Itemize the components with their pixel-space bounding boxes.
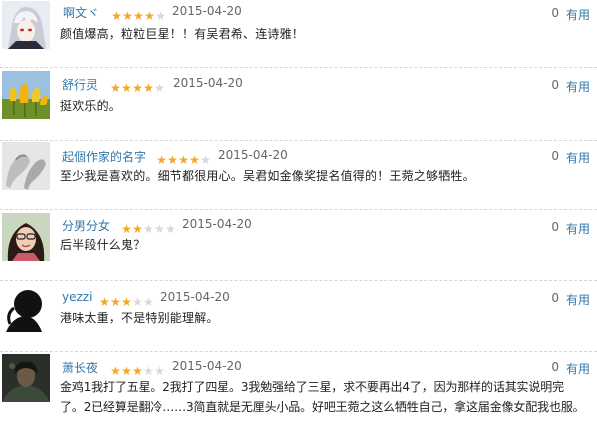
review-date: 2015-04-20 — [182, 217, 252, 231]
useful-button[interactable]: 有用 — [566, 360, 590, 377]
rating-stars: ★★★★★ — [110, 360, 165, 377]
divider — [0, 67, 597, 68]
star-empty-icon: ★ — [132, 295, 143, 309]
star-empty-icon: ★ — [154, 364, 165, 378]
vote-count: 0 — [551, 6, 559, 20]
review-item: 舒行灵 ★★★★★ 2015-04-20 0 有用 挺欢乐的。 — [0, 70, 597, 141]
star-filled-icon: ★ — [132, 81, 143, 95]
user-avatar[interactable] — [2, 284, 50, 332]
vote-count: 0 — [551, 78, 559, 92]
star-filled-icon: ★ — [189, 153, 200, 167]
star-filled-icon: ★ — [122, 9, 133, 23]
review-item: 分男分女 ★★★★★ 2015-04-20 0 有用 后半段什么鬼？ — [0, 210, 597, 281]
star-filled-icon: ★ — [110, 81, 121, 95]
useful-button[interactable]: 有用 — [566, 220, 590, 237]
username-link[interactable]: 舒行灵 — [62, 76, 98, 93]
review-text: 港味太重，不是特别能理解。 — [60, 311, 219, 325]
star-empty-icon: ★ — [200, 153, 211, 167]
star-empty-icon: ★ — [154, 81, 165, 95]
star-filled-icon: ★ — [156, 153, 167, 167]
vote-count: 0 — [551, 149, 559, 163]
vote-count: 0 — [551, 360, 559, 374]
star-empty-icon: ★ — [155, 9, 166, 23]
star-filled-icon: ★ — [167, 153, 178, 167]
star-filled-icon: ★ — [110, 364, 121, 378]
review-text: 金鸡1我打了五星。2我打了四星。3我勉强给了三星，求不要再出4了，因为那样的话其… — [60, 380, 564, 394]
useful-button[interactable]: 有用 — [566, 78, 590, 95]
review-item: 起個作家的名字 ★★★★★ 2015-04-20 0 有用 至少我是喜欢的。细节… — [0, 140, 597, 210]
star-empty-icon: ★ — [143, 222, 154, 236]
star-filled-icon: ★ — [132, 364, 143, 378]
review-item: yezzi ★★★★★ 2015-04-20 0 有用 港味太重，不是特别能理解… — [0, 280, 597, 352]
useful-button[interactable]: 有用 — [566, 291, 590, 308]
vote-count: 0 — [551, 291, 559, 305]
star-filled-icon: ★ — [99, 295, 110, 309]
user-avatar[interactable] — [2, 71, 50, 119]
star-empty-icon: ★ — [143, 295, 154, 309]
star-filled-icon: ★ — [121, 81, 132, 95]
star-filled-icon: ★ — [121, 222, 132, 236]
username-link[interactable]: yezzi — [62, 290, 92, 304]
star-filled-icon: ★ — [178, 153, 189, 167]
star-empty-icon: ★ — [143, 364, 154, 378]
star-filled-icon: ★ — [121, 295, 132, 309]
star-filled-icon: ★ — [110, 295, 121, 309]
user-avatar[interactable] — [2, 213, 50, 261]
review-text: 颜值爆高，粒粒巨星！！有吴君希、连诗雅！ — [60, 27, 305, 41]
review-item: 啊文ヾ ★★★★★ 2015-04-20 0 有用 颜值爆高，粒粒巨星！！有吴君… — [0, 0, 597, 70]
username-link[interactable]: 啊文ヾ — [63, 4, 99, 21]
review-item: 萧长夜 ★★★★★ 2015-04-20 0 有用 金鸡1我打了五星。2我打了四… — [0, 352, 597, 422]
rating-stars: ★★★★★ — [110, 77, 165, 94]
star-filled-icon: ★ — [132, 222, 143, 236]
rating-stars: ★★★★★ — [156, 149, 211, 166]
user-avatar[interactable] — [2, 1, 50, 49]
username-link[interactable]: 分男分女 — [62, 217, 110, 234]
rating-stars: ★★★★★ — [111, 5, 166, 22]
star-filled-icon: ★ — [144, 9, 155, 23]
star-empty-icon: ★ — [165, 222, 176, 236]
review-text: 至少我是喜欢的。细节都很用心。吴君如金像奖提名值得的！王菀之够牺牲。 — [60, 169, 475, 183]
star-filled-icon: ★ — [111, 9, 122, 23]
review-date: 2015-04-20 — [172, 4, 242, 18]
vote-count: 0 — [551, 220, 559, 234]
user-avatar[interactable] — [2, 354, 50, 402]
star-filled-icon: ★ — [121, 364, 132, 378]
star-empty-icon: ★ — [154, 222, 165, 236]
star-filled-icon: ★ — [133, 9, 144, 23]
review-text: 后半段什么鬼？ — [60, 238, 146, 252]
review-date: 2015-04-20 — [172, 359, 242, 373]
useful-button[interactable]: 有用 — [566, 6, 590, 23]
rating-stars: ★★★★★ — [121, 218, 176, 235]
username-link[interactable]: 起個作家的名字 — [62, 148, 146, 165]
review-text-line-2: 了。2已经算是翻冷……3简直就是无厘头小品。好吧王菀之这么牺牲自己，拿这届金像女… — [60, 400, 585, 414]
review-date: 2015-04-20 — [173, 76, 243, 90]
star-filled-icon: ★ — [143, 81, 154, 95]
review-text: 挺欢乐的。 — [60, 99, 122, 113]
rating-stars: ★★★★★ — [99, 291, 154, 308]
useful-button[interactable]: 有用 — [566, 149, 590, 166]
review-date: 2015-04-20 — [218, 148, 288, 162]
review-date: 2015-04-20 — [160, 290, 230, 304]
username-link[interactable]: 萧长夜 — [62, 359, 98, 376]
user-avatar[interactable] — [2, 142, 50, 190]
